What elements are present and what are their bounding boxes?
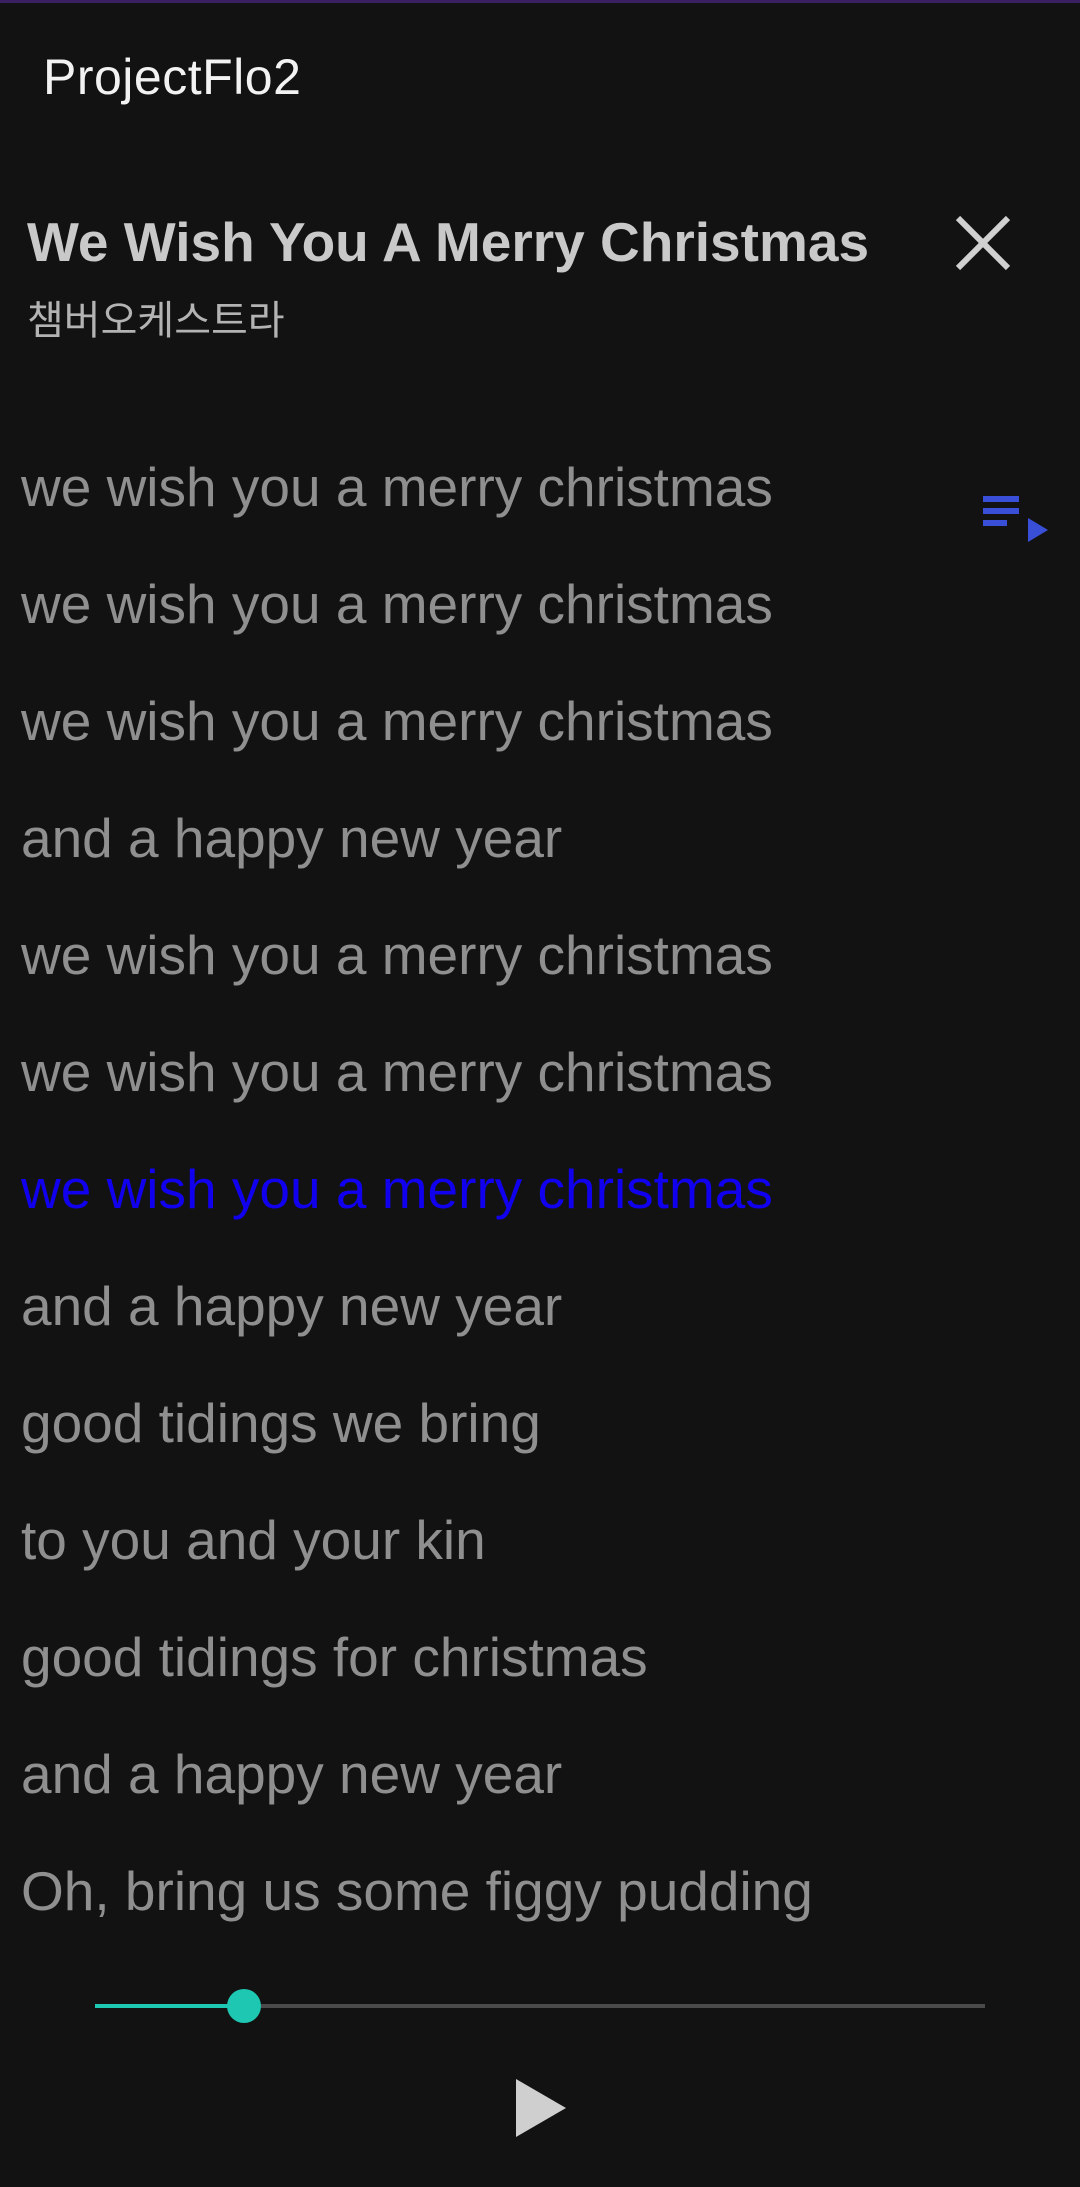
- play-button[interactable]: [510, 2075, 570, 2141]
- lyric-line[interactable]: good tidings we bring: [21, 1379, 961, 1496]
- lyric-line[interactable]: we wish you a merry christmas: [21, 1028, 961, 1145]
- lyric-line[interactable]: and a happy new year: [21, 1730, 961, 1847]
- play-icon: [516, 2079, 566, 2137]
- close-icon: [955, 215, 1011, 271]
- seek-bar-thumb[interactable]: [226, 1989, 261, 2023]
- lyrics-list: we wish you a merry christmas we wish yo…: [21, 443, 961, 1964]
- playlist-button[interactable]: [980, 490, 1050, 550]
- seek-bar[interactable]: [95, 1989, 985, 2023]
- close-button[interactable]: [950, 210, 1016, 276]
- lyric-line[interactable]: we wish you a merry christmas: [21, 560, 961, 677]
- artist-name: 챔버오케스트라: [27, 299, 285, 343]
- app-title: ProjectFlo2: [43, 49, 302, 105]
- lyric-line-active[interactable]: we wish you a merry christmas: [21, 1145, 961, 1262]
- lyric-line[interactable]: good tidings for christmas: [21, 1613, 961, 1730]
- lyric-line[interactable]: we wish you a merry christmas: [21, 677, 961, 794]
- lyric-line[interactable]: we wish you a merry christmas: [21, 443, 961, 560]
- status-accent-strip: [0, 0, 1080, 3]
- song-title: We Wish You A Merry Christmas: [27, 211, 870, 273]
- playlist-play-icon: [983, 496, 1048, 542]
- lyric-line[interactable]: Oh, bring us some figgy pudding: [21, 1847, 961, 1964]
- lyric-line[interactable]: to you and your kin: [21, 1496, 961, 1613]
- lyric-line[interactable]: and a happy new year: [21, 794, 961, 911]
- lyric-line[interactable]: and a happy new year: [21, 1262, 961, 1379]
- lyric-line[interactable]: we wish you a merry christmas: [21, 911, 961, 1028]
- seek-bar-progress: [95, 2004, 244, 2008]
